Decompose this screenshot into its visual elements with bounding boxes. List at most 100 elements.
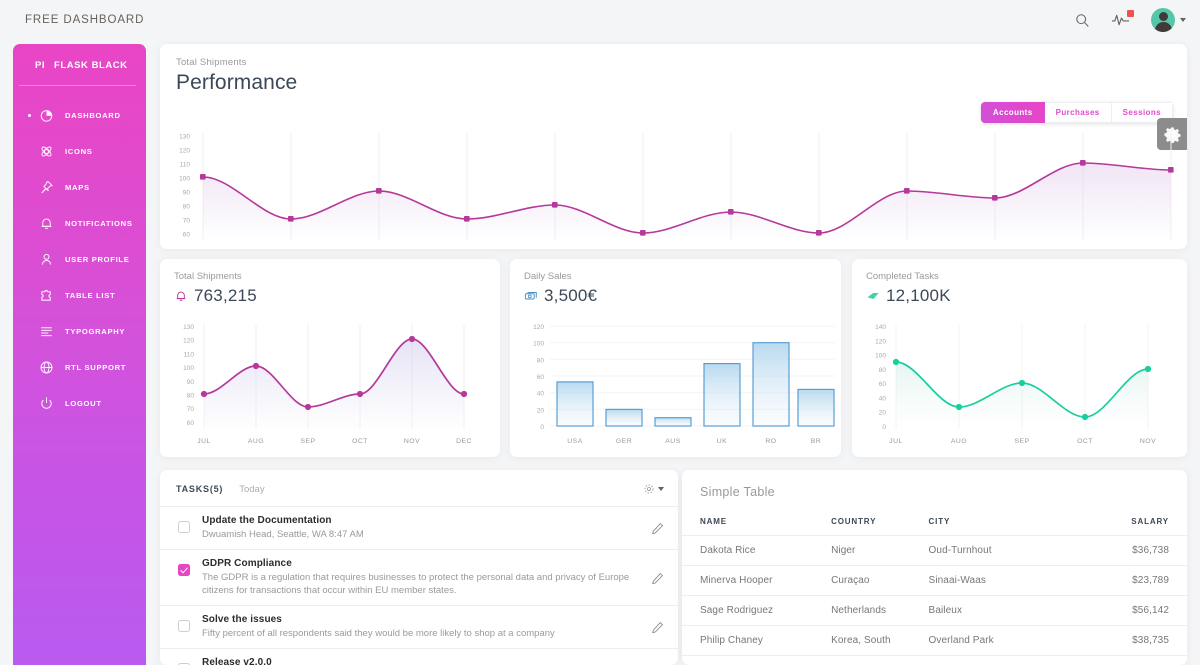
stat-value: 3,500€ [544,286,597,306]
sidebar-item-typography[interactable]: TYPOGRAPHY [13,313,146,349]
performance-title: Performance [176,71,1187,95]
svg-text:70: 70 [183,218,191,225]
sidebar-item-label: MAPS [65,183,90,192]
logo-text: FLASK BLACK [54,60,128,71]
bell-icon [174,289,188,303]
table-title: Simple Table [682,470,1187,499]
svg-text:60: 60 [183,232,191,239]
table-row[interactable]: Philip Chaney Korea, South Overland Park… [682,626,1187,656]
gear-icon [643,483,655,495]
task-checkbox[interactable] [178,521,190,533]
cell-name: Philip Chaney [682,626,831,656]
tab-accounts[interactable]: Accounts [981,102,1045,123]
sidebar-item-rtl-support[interactable]: RTL SUPPORT [13,349,146,385]
sidebar-nav: DASHBOARD ICONS MAPS NOTIFICATIONS [13,86,146,421]
cell-city: Overland Park [929,626,1096,656]
edit-pencil-icon[interactable] [651,522,664,540]
sidebar-logo[interactable]: PI FLASK BLACK [19,44,136,86]
task-row[interactable]: Update the Documentation Dwuamish Head, … [160,506,678,549]
task-row[interactable]: Release v2.0.0 Ra Ave SW, Seattle, WA 98… [160,648,678,665]
tasks-card: TASKS(5) Today Update the Documentation … [160,470,678,665]
sidebar-item-table-list[interactable]: TABLE LIST [13,277,146,313]
daily-sales-card: Daily Sales 3,500€ 120 100 80 60 40 20 0 [510,259,841,457]
table-row[interactable]: Minerva Hooper Curaçao Sinaai-Waas $23,7… [682,566,1187,596]
sidebar-item-logout[interactable]: LOGOUT [13,385,146,421]
sidebar-item-maps[interactable]: MAPS [13,169,146,205]
task-row[interactable]: Solve the issues Fifty percent of all re… [160,605,678,648]
sidebar-item-icons[interactable]: ICONS [13,133,146,169]
svg-text:120: 120 [533,324,544,331]
svg-text:BR: BR [811,438,821,445]
cell-country: Niger [831,536,928,566]
performance-chart: 130 120 110 100 90 80 70 60 [160,129,1187,249]
table-row[interactable]: Doris Greene Malawi Feldkirchen in Kärnt… [682,656,1187,665]
svg-text:JUL: JUL [889,438,903,445]
search-icon[interactable] [1075,13,1090,28]
task-checkbox[interactable] [178,564,190,576]
svg-text:NOV: NOV [404,438,420,445]
svg-text:UK: UK [717,438,727,445]
svg-text:100: 100 [875,353,886,360]
completed-tasks-chart: 140 120 100 80 60 40 20 0 [852,321,1187,436]
task-checkbox[interactable] [178,620,190,632]
svg-text:130: 130 [179,134,190,141]
column-header-name: NAME [682,510,831,536]
svg-text:130: 130 [183,324,194,331]
total-shipments-card: Total Shipments 763,215 130 120 110 100 … [160,259,500,457]
avatar-menu[interactable] [1151,8,1186,32]
sidebar-item-user-profile[interactable]: USER PROFILE [13,241,146,277]
completed-tasks-header: Completed Tasks 12,100K [852,259,1187,306]
stat-value: 763,215 [194,286,257,306]
cell-salary: $63,542 [1096,656,1187,665]
active-bullet [28,114,31,117]
stat-value: 12,100K [886,286,951,306]
edit-pencil-icon[interactable] [651,621,664,639]
svg-text:110: 110 [184,351,195,358]
task-description: Fifty percent of all respondents said th… [202,627,639,640]
performance-header: Total Shipments Performance [160,44,1187,95]
cell-city: Oud-Turnhout [929,536,1096,566]
sidebar-item-label: TYPOGRAPHY [65,327,125,336]
task-row[interactable]: GDPR Compliance The GDPR is a regulation… [160,549,678,605]
table-row[interactable]: Dakota Rice Niger Oud-Turnhout $36,738 [682,536,1187,566]
cell-name: Doris Greene [682,656,831,665]
svg-text:USA: USA [567,438,582,445]
edit-pencil-icon[interactable] [651,572,664,590]
sidebar-item-notifications[interactable]: NOTIFICATIONS [13,205,146,241]
completed-tasks-x-axis: JUL AUG SEP OCT NOV [852,433,1187,451]
task-title: Release v2.0.0 [202,657,639,665]
cell-salary: $36,738 [1096,536,1187,566]
cell-country: Netherlands [831,596,928,626]
svg-text:90: 90 [183,190,191,197]
task-content: GDPR Compliance The GDPR is a regulation… [202,558,639,597]
table-row[interactable]: Sage Rodriguez Netherlands Baileux $56,1… [682,596,1187,626]
avatar [1151,8,1175,32]
column-header-salary: SALARY [1096,510,1187,536]
svg-text:110: 110 [180,162,191,169]
sidebar-item-dashboard[interactable]: DASHBOARD [13,97,146,133]
tasks-filter-label[interactable]: Today [239,484,264,495]
svg-text:80: 80 [187,393,195,400]
task-title: Update the Documentation [202,515,639,526]
cell-name: Minerva Hooper [682,566,831,596]
column-header-city: CITY [929,510,1096,536]
sidebar-item-label: RTL SUPPORT [65,363,126,372]
performance-subtitle: Total Shipments [176,57,1187,68]
puzzle-icon [39,288,54,303]
svg-text:60: 60 [187,420,195,427]
cell-salary: $56,142 [1096,596,1187,626]
tasks-header: TASKS(5) Today [160,470,678,506]
sidebar-item-label: TABLE LIST [65,291,115,300]
completed-tasks-card: Completed Tasks 12,100K 140 120 100 80 6… [852,259,1187,457]
sidebar-item-label: DASHBOARD [65,111,121,120]
cell-country: Korea, South [831,626,928,656]
activity-pulse-icon[interactable] [1112,13,1129,27]
task-description: The GDPR is a regulation that requires b… [202,571,639,597]
svg-text:NOV: NOV [1140,438,1156,445]
tasks-settings-button[interactable] [643,483,664,495]
tab-purchases[interactable]: Purchases [1045,102,1112,123]
total-shipments-chart: 130 120 110 100 90 80 70 60 [160,321,500,436]
tasks-count-label: TASKS(5) [176,484,223,494]
task-content: Solve the issues Fifty percent of all re… [202,614,639,640]
task-title: Solve the issues [202,614,639,625]
